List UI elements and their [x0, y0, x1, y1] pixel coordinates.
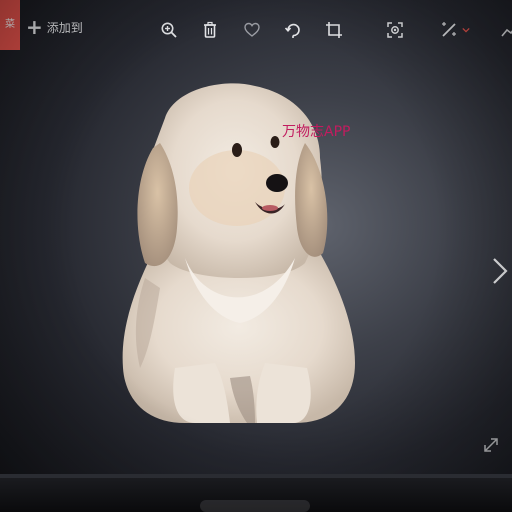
chevron-right-icon — [493, 258, 508, 284]
rotate-button[interactable] — [283, 20, 303, 40]
focus-icon — [387, 22, 403, 38]
monitor-logo — [200, 500, 310, 512]
viewer-toolbar: 菜 + 添加到 — [0, 0, 512, 60]
crop-icon — [326, 22, 342, 38]
favorite-button[interactable] — [242, 20, 262, 40]
zoom-in-icon — [161, 22, 177, 38]
photo-viewer-screen: 菜 + 添加到 万物志APP — [0, 0, 512, 512]
app-menu-tab[interactable]: 菜 — [0, 0, 20, 50]
heart-icon — [244, 22, 260, 37]
next-image-button[interactable] — [488, 256, 510, 286]
add-to-button[interactable]: + 添加到 — [26, 16, 83, 38]
edit-menu-button[interactable] — [440, 20, 474, 40]
add-to-label: 添加到 — [46, 20, 83, 35]
edit-icon — [442, 22, 456, 37]
rotate-icon — [284, 23, 300, 38]
delete-icon — [204, 21, 216, 38]
fit-to-screen-button[interactable] — [385, 20, 405, 40]
expand-icon — [484, 438, 498, 452]
fullscreen-button[interactable] — [482, 436, 500, 454]
zoom-in-button[interactable] — [159, 20, 179, 40]
watermark-text: 万物志APP — [282, 124, 351, 140]
crop-button[interactable] — [324, 20, 344, 40]
chart-icon — [501, 28, 512, 37]
more-tools-button[interactable] — [500, 20, 512, 40]
delete-button[interactable] — [200, 20, 220, 40]
plus-icon: + — [26, 15, 43, 39]
chevron-down-icon — [462, 27, 470, 33]
